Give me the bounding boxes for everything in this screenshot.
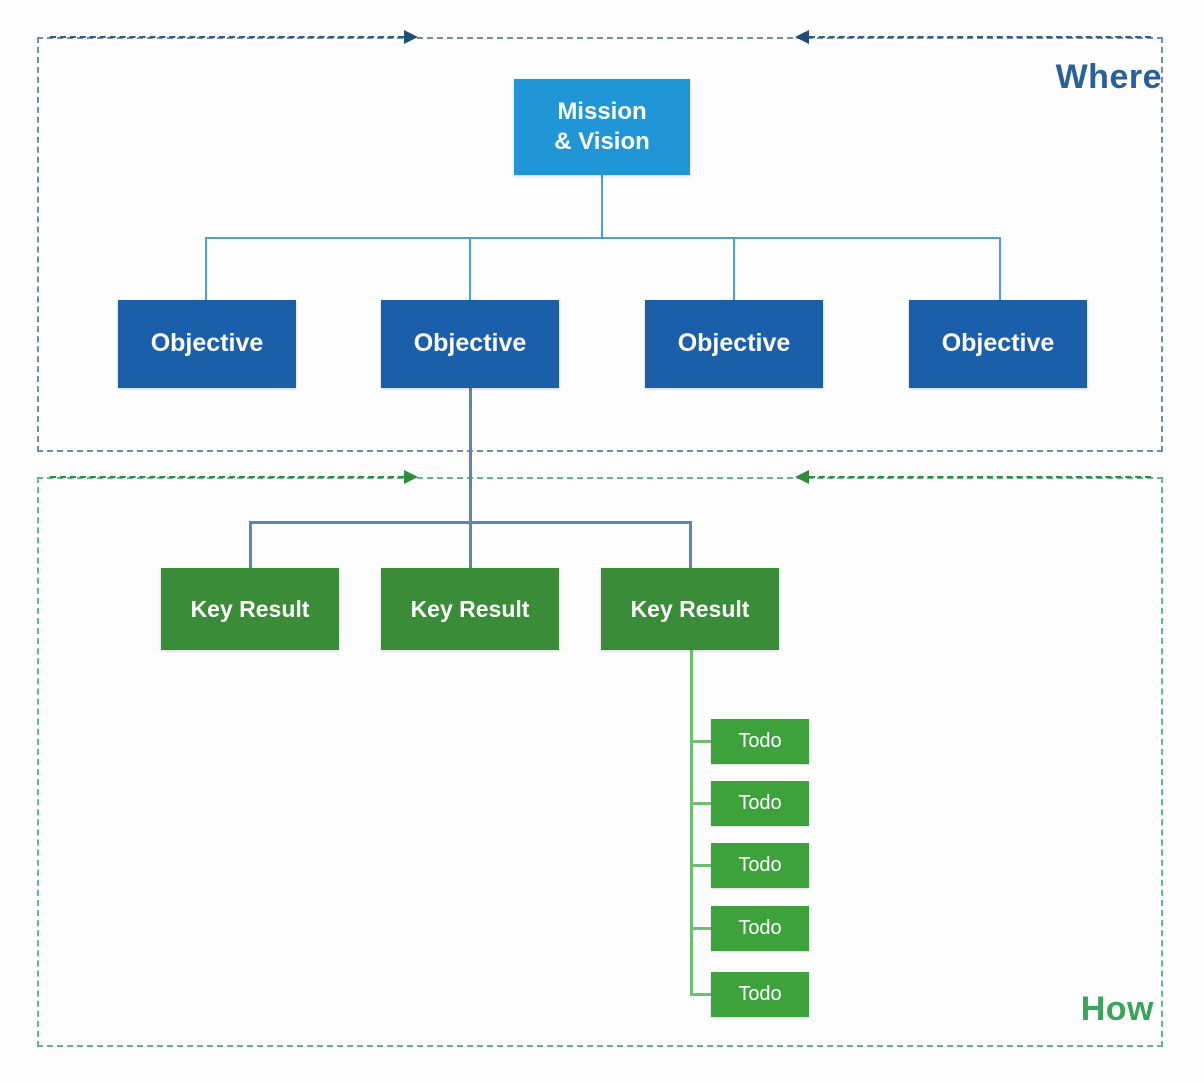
node-key-result-1[interactable]: Key Result bbox=[161, 568, 339, 650]
where-span-arrow-left bbox=[36, 30, 418, 44]
node-objective-3[interactable]: Objective bbox=[645, 300, 823, 388]
arrowhead-right-icon bbox=[404, 470, 418, 484]
connector-mission-drop bbox=[601, 175, 603, 239]
connector-todo-branch-2 bbox=[690, 802, 713, 805]
connector-todo-branch-1 bbox=[690, 740, 713, 743]
diagram-canvas: Where How Mission & Vision Objective Obj… bbox=[0, 0, 1204, 1082]
connector-keyresult-bus bbox=[249, 521, 692, 524]
dashed-shaft bbox=[50, 476, 404, 478]
how-label: How bbox=[1080, 990, 1154, 1028]
node-objective-1[interactable]: Objective bbox=[118, 300, 296, 388]
connector-todo-branch-3 bbox=[690, 864, 713, 867]
dashed-shaft bbox=[50, 36, 404, 38]
arrowhead-left-icon bbox=[795, 470, 809, 484]
connector-objective2-drop bbox=[469, 388, 472, 570]
how-span-arrow-left bbox=[36, 470, 418, 484]
connector-todo-branch-5 bbox=[690, 993, 713, 996]
node-key-result-2[interactable]: Key Result bbox=[381, 568, 559, 650]
node-todo-2[interactable]: Todo bbox=[711, 781, 809, 826]
where-label: Where bbox=[1055, 58, 1162, 96]
connector-keyresult-drop-1 bbox=[249, 521, 252, 571]
node-todo-5[interactable]: Todo bbox=[711, 972, 809, 1017]
how-region-frame bbox=[37, 477, 1163, 1047]
arrowhead-right-icon bbox=[404, 30, 418, 44]
connector-objective-drop-1 bbox=[205, 237, 207, 301]
node-todo-1[interactable]: Todo bbox=[711, 719, 809, 764]
where-span-arrow-right bbox=[795, 30, 1165, 44]
mission-line-1: Mission bbox=[557, 98, 647, 125]
dashed-shaft bbox=[809, 476, 1151, 478]
node-objective-2[interactable]: Objective bbox=[381, 300, 559, 388]
node-key-result-3[interactable]: Key Result bbox=[601, 568, 779, 650]
node-todo-3[interactable]: Todo bbox=[711, 843, 809, 888]
arrowhead-left-icon bbox=[795, 30, 809, 44]
node-todo-4[interactable]: Todo bbox=[711, 906, 809, 951]
connector-objective-drop-3 bbox=[733, 237, 735, 301]
connector-objective-drop-4 bbox=[999, 237, 1001, 301]
node-objective-4[interactable]: Objective bbox=[909, 300, 1087, 388]
connector-todo-branch-4 bbox=[690, 927, 713, 930]
connector-keyresult-drop-3 bbox=[689, 521, 692, 571]
how-span-arrow-right bbox=[795, 470, 1165, 484]
node-mission-vision[interactable]: Mission & Vision bbox=[514, 79, 690, 175]
connector-objective-bus bbox=[205, 237, 1001, 239]
connector-keyresult3-trunk bbox=[690, 650, 693, 995]
connector-objective-drop-2 bbox=[469, 237, 471, 301]
mission-line-2: & Vision bbox=[554, 128, 650, 155]
dashed-shaft bbox=[809, 36, 1151, 38]
